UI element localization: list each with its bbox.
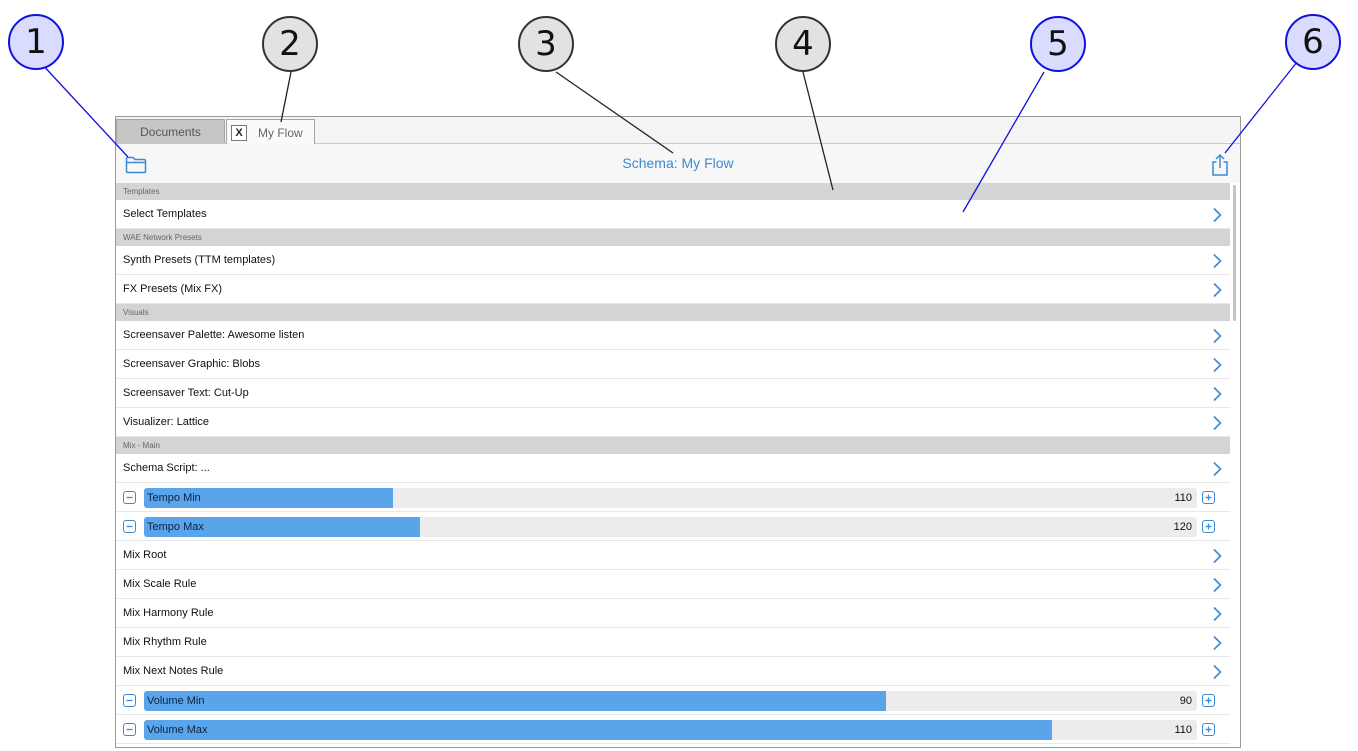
- slider-row: Tempo Min 110: [116, 483, 1230, 512]
- list-item-label: Synth Presets (TTM templates): [123, 254, 276, 266]
- list-item-label: Screensaver Text: Cut-Up: [123, 387, 249, 399]
- list-item[interactable]: Schema Script: ...: [116, 454, 1230, 483]
- callout-4: 4: [775, 16, 831, 72]
- list-item-label: Visualizer: Lattice: [123, 416, 210, 428]
- decrement-button[interactable]: [123, 694, 136, 707]
- chevron-right-icon: [1213, 606, 1222, 622]
- chevron-right-icon: [1213, 577, 1222, 593]
- slider-value: 110: [1174, 724, 1192, 736]
- tab-documents[interactable]: Documents: [116, 119, 225, 143]
- list-item-label: Screensaver Graphic: Blobs: [123, 358, 260, 370]
- slider-label: Volume Max: [147, 724, 208, 736]
- chevron-right-icon: [1213, 282, 1222, 298]
- value-slider[interactable]: Tempo Max 120: [144, 517, 1197, 537]
- list-item-label: Screensaver Palette: Awesome listen: [123, 329, 305, 341]
- tab-my-flow-label: My Flow: [258, 125, 303, 140]
- list-item-label: Mix Root: [123, 549, 167, 561]
- slider-row: Volume Max 110: [116, 715, 1230, 744]
- list-item[interactable]: Synth Presets (TTM templates): [116, 246, 1230, 275]
- list-item-label: Select Templates: [123, 208, 207, 220]
- list-item[interactable]: Visualizer: Lattice: [116, 408, 1230, 437]
- vertical-scrollbar[interactable]: [1233, 185, 1236, 321]
- chevron-right-icon: [1213, 548, 1222, 564]
- list-item-label: Mix Harmony Rule: [123, 607, 214, 619]
- slider-fill: [144, 720, 1052, 740]
- callout-2: 2: [262, 16, 318, 72]
- app-window: Documents X My Flow Schema: My Flow Temp…: [115, 116, 1241, 748]
- slider-row: Volume Min 90: [116, 686, 1230, 715]
- decrement-button[interactable]: [123, 491, 136, 504]
- increment-button[interactable]: [1202, 723, 1215, 736]
- list-item[interactable]: Mix Root: [116, 541, 1230, 570]
- section-header: WAE Network Presets: [116, 229, 1230, 246]
- increment-button[interactable]: [1202, 694, 1215, 707]
- chevron-right-icon: [1213, 461, 1222, 477]
- list-item[interactable]: FX Presets (Mix FX): [116, 275, 1230, 304]
- list-item-label: Mix Rhythm Rule: [123, 636, 207, 648]
- tab-my-flow[interactable]: X My Flow: [226, 119, 315, 145]
- slider-value: 110: [1174, 492, 1192, 504]
- list-item[interactable]: Mix Next Notes Rule: [116, 657, 1230, 686]
- increment-button[interactable]: [1202, 491, 1215, 504]
- slider-value: 90: [1179, 695, 1192, 707]
- chevron-right-icon: [1213, 207, 1222, 223]
- schema-settings-list: Templates Select Templates WAE Network Pre…: [116, 183, 1230, 744]
- list-item-label: FX Presets (Mix FX): [123, 283, 223, 295]
- slider-row: Tempo Max 120: [116, 512, 1230, 541]
- document-tab-bar: Documents X My Flow: [116, 117, 1240, 145]
- list-item[interactable]: Mix Rhythm Rule: [116, 628, 1230, 657]
- list-item-label: Mix Scale Rule: [123, 578, 197, 590]
- list-item-label: Mix Next Notes Rule: [123, 665, 224, 677]
- value-slider[interactable]: Tempo Min 110: [144, 488, 1197, 508]
- section-header: Mix - Main: [116, 437, 1230, 454]
- decrement-button[interactable]: [123, 520, 136, 533]
- share-icon[interactable]: [1211, 153, 1229, 177]
- chevron-right-icon: [1213, 357, 1222, 373]
- callout-6: 6: [1285, 14, 1341, 70]
- slider-fill: [144, 691, 887, 711]
- chevron-right-icon: [1213, 253, 1222, 269]
- value-slider[interactable]: Volume Min 90: [144, 691, 1197, 711]
- callout-1: 1: [8, 14, 64, 70]
- list-item[interactable]: Select Templates: [116, 200, 1230, 229]
- chevron-right-icon: [1213, 664, 1222, 680]
- chevron-right-icon: [1213, 635, 1222, 651]
- list-item[interactable]: Screensaver Palette: Awesome listen: [116, 321, 1230, 350]
- slider-value: 120: [1173, 521, 1192, 533]
- list-item[interactable]: Screensaver Text: Cut-Up: [116, 379, 1230, 408]
- slider-label: Tempo Max: [147, 521, 204, 533]
- close-tab-button[interactable]: X: [231, 124, 247, 141]
- section-header: Visuals: [116, 304, 1230, 321]
- chevron-right-icon: [1213, 386, 1222, 402]
- increment-button[interactable]: [1202, 520, 1215, 533]
- page-title: Schema: My Flow: [622, 155, 734, 171]
- callout-5: 5: [1030, 16, 1086, 72]
- list-item[interactable]: Mix Scale Rule: [116, 570, 1230, 599]
- list-item[interactable]: Screensaver Graphic: Blobs: [116, 350, 1230, 379]
- folder-icon[interactable]: [125, 156, 147, 174]
- list-item-label: Schema Script: ...: [123, 462, 210, 474]
- navigation-bar: Schema: My Flow: [116, 144, 1240, 183]
- slider-label: Tempo Min: [147, 492, 201, 504]
- decrement-button[interactable]: [123, 723, 136, 736]
- callout-3: 3: [518, 16, 574, 72]
- value-slider[interactable]: Volume Max 110: [144, 720, 1197, 740]
- list-item[interactable]: Mix Harmony Rule: [116, 599, 1230, 628]
- section-header: Templates: [116, 183, 1230, 200]
- slider-label: Volume Min: [147, 695, 205, 707]
- chevron-right-icon: [1213, 415, 1222, 431]
- chevron-right-icon: [1213, 328, 1222, 344]
